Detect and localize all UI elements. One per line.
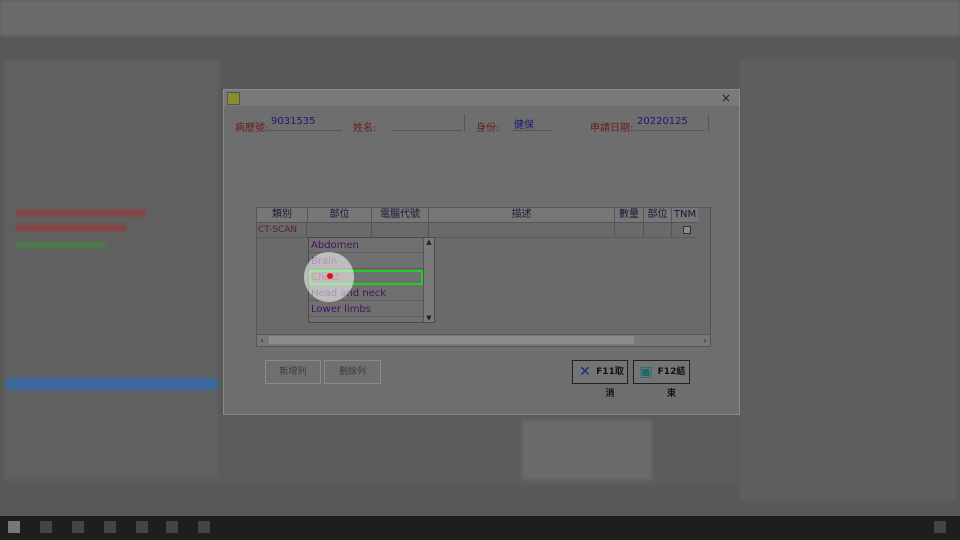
separator	[708, 114, 709, 132]
chart-no-label: 病歷號:	[235, 123, 269, 134]
taskbar	[0, 516, 960, 540]
cursor-dot	[327, 273, 333, 279]
list-item-head-and-neck[interactable]: Head and neck	[309, 286, 423, 301]
chart-no-value: 9031535	[271, 116, 316, 127]
taskbar-app-icon[interactable]	[166, 521, 178, 533]
list-item-brain[interactable]: Brain	[309, 254, 423, 269]
list-item-chest[interactable]: Chest	[309, 270, 423, 285]
taskbar-app-icon[interactable]	[104, 521, 116, 533]
identity-label: 身份:	[476, 123, 500, 134]
cell-site-2[interactable]	[644, 223, 672, 237]
column-header-code[interactable]: 電腦代號	[372, 208, 429, 222]
scroll-right-icon[interactable]: ›	[700, 335, 710, 346]
table-row[interactable]: CT-SCAN	[257, 223, 698, 238]
notification-icon[interactable]	[934, 521, 946, 533]
name-field[interactable]	[392, 116, 462, 131]
cell-category[interactable]: CT-SCAN	[257, 223, 307, 237]
apply-date-label: 申請日期:	[590, 123, 634, 134]
name-label: 姓名:	[353, 123, 377, 134]
finish-button-label: F12結束	[657, 367, 686, 399]
site-dropdown-list[interactable]: Abdomen Brain Chest Head and neck Lower …	[308, 237, 435, 323]
identity-value: 健保	[514, 120, 534, 131]
background-menubar	[0, 0, 960, 36]
cell-code[interactable]	[372, 223, 429, 237]
close-button[interactable]: ×	[719, 90, 733, 106]
separator	[464, 114, 465, 132]
exam-order-dialog: × 病歷號: 9031535 姓名: 身份: 健保 申請日期: 20220125…	[223, 89, 740, 415]
background-bottom-area	[220, 415, 740, 485]
column-header-description[interactable]: 描述	[429, 208, 615, 222]
column-header-site-2[interactable]: 部位	[644, 208, 672, 222]
dialog-titlebar: ×	[224, 90, 739, 106]
taskbar-app-icon[interactable]	[72, 521, 84, 533]
identity-field[interactable]: 健保	[511, 116, 551, 131]
apply-date-field[interactable]: 20220125	[634, 116, 704, 131]
background-left-panel	[4, 60, 219, 480]
column-header-category[interactable]: 類別	[257, 208, 308, 222]
list-item-lower-limbs[interactable]: Lower limbs	[309, 302, 423, 317]
background-row	[16, 225, 126, 231]
apply-date-value: 20220125	[637, 116, 688, 127]
cell-site[interactable]	[308, 223, 372, 237]
background-row	[16, 242, 106, 248]
finish-button[interactable]: ▣ F12結束	[633, 360, 690, 399]
cancel-x-icon: ✕	[579, 364, 591, 380]
taskbar-app-icon[interactable]	[40, 521, 52, 533]
column-header-site[interactable]: 部位	[308, 208, 372, 222]
scroll-up-icon[interactable]: ▲	[425, 238, 433, 246]
dropdown-scrollbar[interactable]: ▲ ▼	[423, 238, 434, 322]
exit-door-icon: ▣	[639, 364, 653, 380]
background-thumbnail	[522, 420, 652, 480]
taskbar-app-icon[interactable]	[198, 521, 210, 533]
column-header-quantity[interactable]: 數量	[615, 208, 644, 222]
cell-quantity[interactable]	[615, 223, 644, 237]
background-right-panel	[740, 60, 956, 500]
chart-no-field[interactable]: 9031535	[268, 116, 342, 131]
delete-row-button[interactable]: 刪除列	[324, 360, 381, 384]
list-item-abdomen[interactable]: Abdomen	[309, 238, 423, 253]
start-icon[interactable]	[8, 521, 20, 533]
column-header-tnm[interactable]: TNM	[672, 208, 698, 222]
scroll-left-icon[interactable]: ‹	[257, 335, 267, 346]
background-selected-row	[6, 378, 218, 390]
cell-description[interactable]	[429, 223, 615, 237]
scrollbar-thumb[interactable]	[269, 336, 634, 344]
app-icon	[227, 92, 240, 105]
tnm-checkbox[interactable]	[683, 226, 691, 234]
horizontal-scrollbar[interactable]: ‹ ›	[257, 334, 710, 346]
cancel-button-label: F11取消	[596, 367, 624, 399]
background-row	[16, 210, 146, 216]
add-row-button[interactable]: 新增列	[265, 360, 321, 384]
taskbar-app-icon[interactable]	[136, 521, 148, 533]
scroll-down-icon[interactable]: ▼	[425, 314, 433, 322]
grid-header: 類別 部位 電腦代號 描述 數量 部位 TNM	[257, 208, 698, 223]
cancel-button[interactable]: ✕ F11取消	[572, 360, 628, 399]
